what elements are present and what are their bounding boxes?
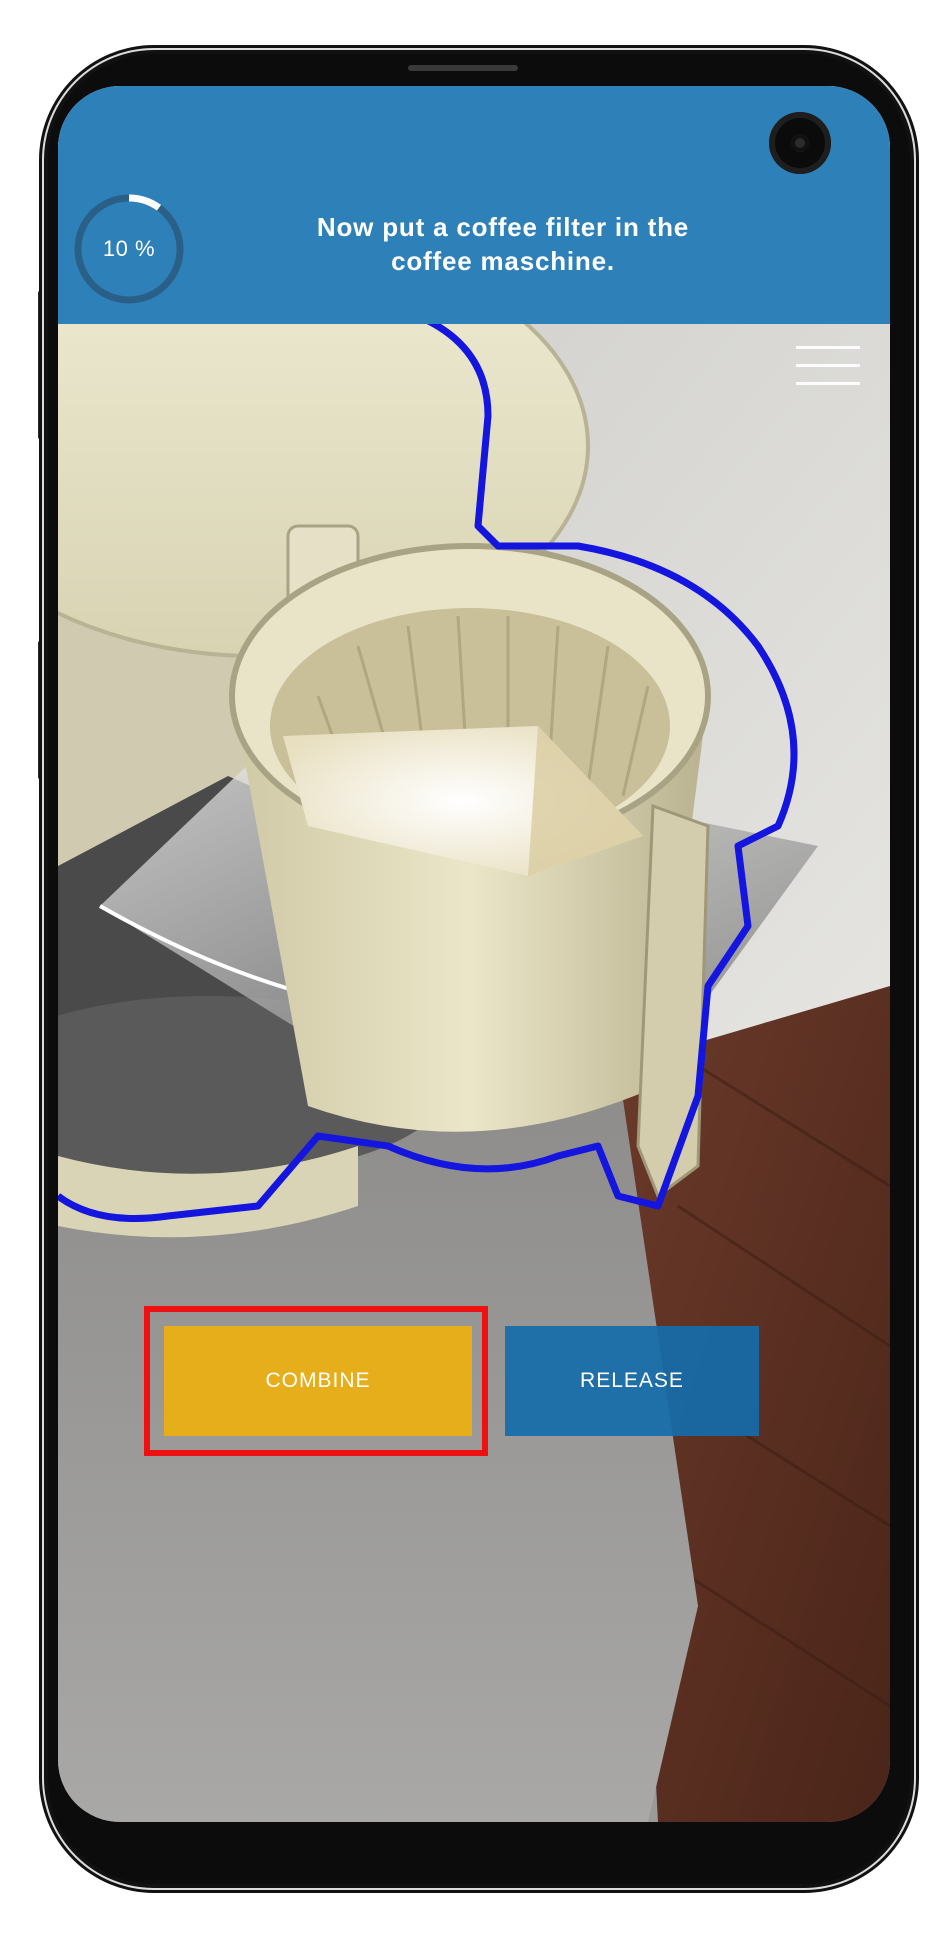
- hamburger-menu-icon[interactable]: [796, 344, 860, 392]
- menu-bar-middle: [796, 364, 860, 367]
- instruction-text: Now put a coffee filter in the coffee ma…: [208, 210, 798, 278]
- release-button[interactable]: RELEASE: [505, 1326, 759, 1436]
- front-camera-icon: [769, 112, 831, 174]
- instruction-header: 10 % Now put a coffee filter in the coff…: [58, 86, 890, 324]
- ar-camera-view: [58, 86, 890, 1822]
- progress-label: 10 %: [102, 236, 156, 261]
- menu-bar-bottom: [796, 382, 860, 385]
- instruction-line-1: Now put a coffee filter in the: [316, 212, 690, 242]
- phone-mockup: 10 % Now put a coffee filter in the coff…: [0, 0, 950, 1960]
- camera-lens: [791, 134, 809, 152]
- menu-bar-top: [796, 346, 860, 349]
- instruction-line-2: coffee maschine.: [391, 246, 615, 276]
- ar-screen[interactable]: 10 % Now put a coffee filter in the coff…: [58, 86, 890, 1822]
- combine-highlight-box: [144, 1306, 488, 1456]
- earpiece-speaker: [408, 65, 518, 71]
